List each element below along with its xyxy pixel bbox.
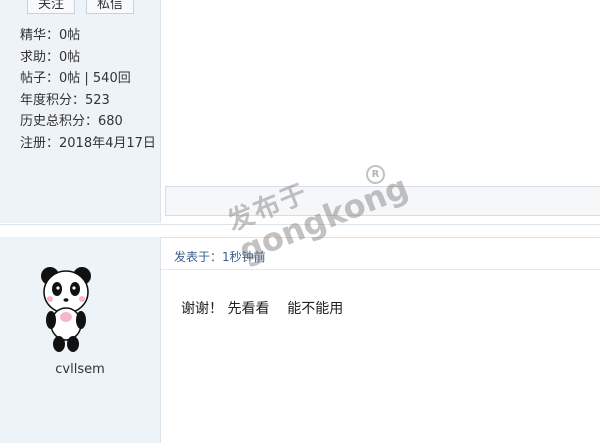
author-sidebar-top: 关注 私信 精华：0帖 求助：0帖 帖子：0帖 | 540回 年度积分：523 … [0, 0, 161, 223]
reply-bar[interactable] [165, 186, 600, 216]
author-stats: 精华：0帖 求助：0帖 帖子：0帖 | 540回 年度积分：523 历史总积分：… [20, 25, 156, 154]
avatar[interactable] [38, 262, 94, 354]
post-divider [0, 224, 600, 238]
registered-mark-icon: R [366, 165, 385, 184]
post-timestamp: 发表于：1秒钟前 [174, 250, 266, 264]
post-body: 谢谢！ 先看看 能不能用 [181, 301, 344, 317]
stat-essence: 精华：0帖 [20, 28, 81, 43]
stat-help: 求助：0帖 [20, 49, 81, 65]
meta-divider [161, 269, 600, 270]
stat-annual-points: 年度积分：523 [20, 92, 110, 108]
follow-button[interactable]: 关注 [27, 0, 75, 14]
stat-total-points: 历史总积分：680 [20, 114, 123, 129]
username[interactable]: cvllsem [20, 362, 140, 377]
message-button[interactable]: 私信 [86, 0, 134, 14]
stat-registered: 注册：2018年4月17日 [20, 135, 156, 151]
stat-posts: 帖子：0帖 | 540回 [20, 71, 131, 86]
